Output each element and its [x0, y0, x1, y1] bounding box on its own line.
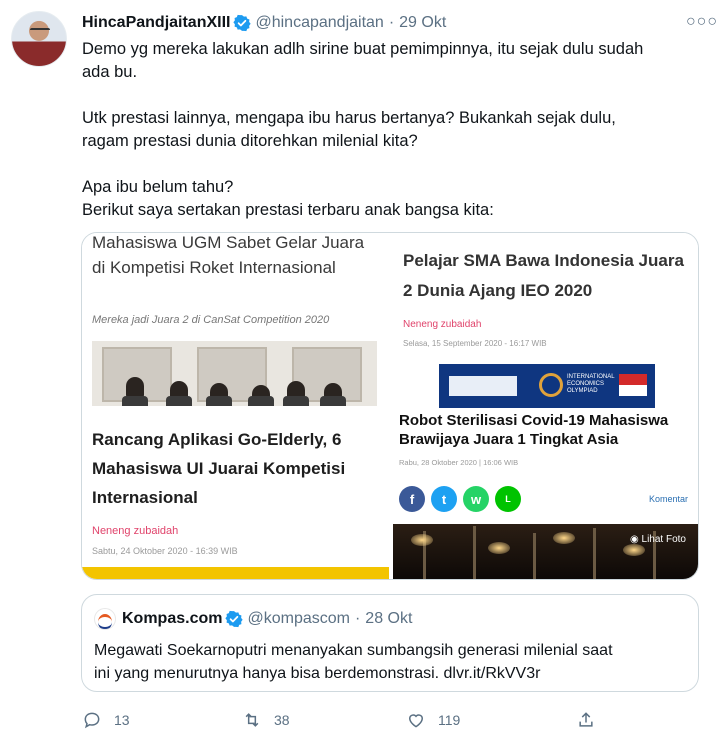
twitter-icon: t	[431, 486, 457, 512]
line-icon: L	[495, 486, 521, 512]
news-date: Sabtu, 24 Oktober 2020 - 16:39 WIB	[92, 546, 238, 556]
quoted-tweet[interactable]: Kompas.com @kompascom · 28 Okt Megawati …	[81, 594, 699, 692]
tweet-timestamp[interactable]: 29 Okt	[399, 14, 446, 32]
tweet-text-line: ada bu.	[82, 63, 138, 81]
tweet-text-line: Demo yg mereka lakukan adlh sirine buat …	[82, 40, 644, 58]
reply-button[interactable]: 13	[82, 710, 130, 730]
banner-text: INTERNATIONAL ECONOMICS OLYMPIAD	[567, 374, 615, 394]
tweet-media-grid[interactable]: Mahasiswa UGM Sabet Gelar Juara di Kompe…	[81, 232, 699, 580]
reply-icon	[84, 712, 100, 729]
news-author: Neneng zubaidah	[92, 525, 179, 537]
indonesia-flag-icon	[619, 374, 647, 396]
tweet-text-line: Utk prestasi lainnya, mengapa ibu harus …	[82, 109, 616, 127]
like-count: 119	[438, 712, 461, 728]
quoted-text-line: ini yang menurutnya hanya bisa berdemons…	[94, 665, 541, 682]
header-separator: ·	[388, 14, 395, 31]
avatar-detail	[30, 28, 50, 33]
verified-badge-icon	[225, 610, 244, 628]
author-handle[interactable]: @hincapandjaitan	[255, 14, 383, 32]
share-buttons: f t w L	[399, 486, 521, 512]
more-horizontal-icon[interactable]: ○○○	[686, 13, 717, 33]
news-subtitle: Mereka jadi Juara 2 di CanSat Competitio…	[92, 314, 330, 326]
news-headline: Mahasiswa UGM Sabet Gelar Juara di Kompe…	[92, 233, 365, 277]
ieo-banner: INTERNATIONAL ECONOMICS OLYMPIAD	[439, 364, 655, 408]
tweet-header: HincaPandjaitanXIII @hincapandjaitan · 2…	[82, 11, 717, 35]
share-button[interactable]	[576, 710, 608, 730]
news-date: Rabu, 28 Oktober 2020 | 16:06 WIB	[399, 458, 519, 467]
news-photo	[92, 341, 377, 406]
quoted-timestamp: 28 Okt	[365, 610, 413, 627]
kompas-avatar	[94, 608, 116, 630]
komentar-label: Komentar	[648, 494, 688, 504]
news-headline: Robot Sterilisasi Covid-19 Mahasiswa Bra…	[399, 412, 669, 448]
retweet-button[interactable]: 38	[242, 710, 290, 730]
like-button[interactable]: 119	[406, 710, 460, 730]
news-author: Neneng zubaidah	[403, 319, 482, 330]
verified-badge-icon	[233, 14, 252, 32]
news-headline: Pelajar SMA Bawa Indonesia Juara 2 Dunia…	[403, 251, 684, 300]
lihat-foto-text: Lihat Foto	[641, 534, 686, 545]
tweet-body: Demo yg mereka lakukan adlh sirine buat …	[82, 38, 702, 222]
retweet-icon	[245, 713, 259, 727]
author-display-name[interactable]: HincaPandjaitanXIII	[82, 14, 230, 32]
tweet-actions: 13 38 119	[82, 710, 602, 734]
news-date: Selasa, 15 September 2020 - 16:17 WIB	[403, 339, 547, 348]
author-avatar[interactable]	[11, 11, 67, 67]
tweet-text-line: ragam prestasi dunia ditorehkan milenial…	[82, 132, 418, 150]
tweet-text-line: Berikut saya sertakan prestasi terbaru a…	[82, 201, 494, 219]
news-headline: Rancang Aplikasi Go-Elderly, 6 Mahasiswa…	[92, 430, 346, 507]
quoted-tweet-header: Kompas.com @kompascom · 28 Okt	[94, 608, 412, 630]
tweet-text-line: Apa ibu belum tahu?	[82, 178, 234, 196]
facebook-icon: f	[399, 486, 425, 512]
media-image-left[interactable]: Mahasiswa UGM Sabet Gelar Juara di Kompe…	[82, 233, 389, 579]
quoted-display-name: Kompas.com	[122, 610, 223, 627]
night-photo	[393, 524, 698, 579]
quoted-tweet-body: Megawati Soekarnoputri menanyakan sumban…	[94, 639, 694, 685]
media-image-right[interactable]: Pelajar SMA Bawa Indonesia Juara 2 Dunia…	[393, 233, 698, 579]
whatsapp-icon: w	[463, 486, 489, 512]
header-separator: ·	[354, 610, 361, 627]
heart-icon	[408, 714, 424, 728]
share-icon	[579, 712, 593, 727]
yellow-bar	[82, 567, 389, 579]
lihat-foto-label: ◉ Lihat Foto	[630, 534, 686, 545]
quoted-text-line: Megawati Soekarnoputri menanyakan sumban…	[94, 642, 613, 659]
quoted-handle: @kompascom	[247, 610, 350, 627]
retweet-count: 38	[274, 712, 290, 728]
ieo-logo-icon	[539, 373, 563, 397]
reply-count: 13	[114, 712, 130, 728]
